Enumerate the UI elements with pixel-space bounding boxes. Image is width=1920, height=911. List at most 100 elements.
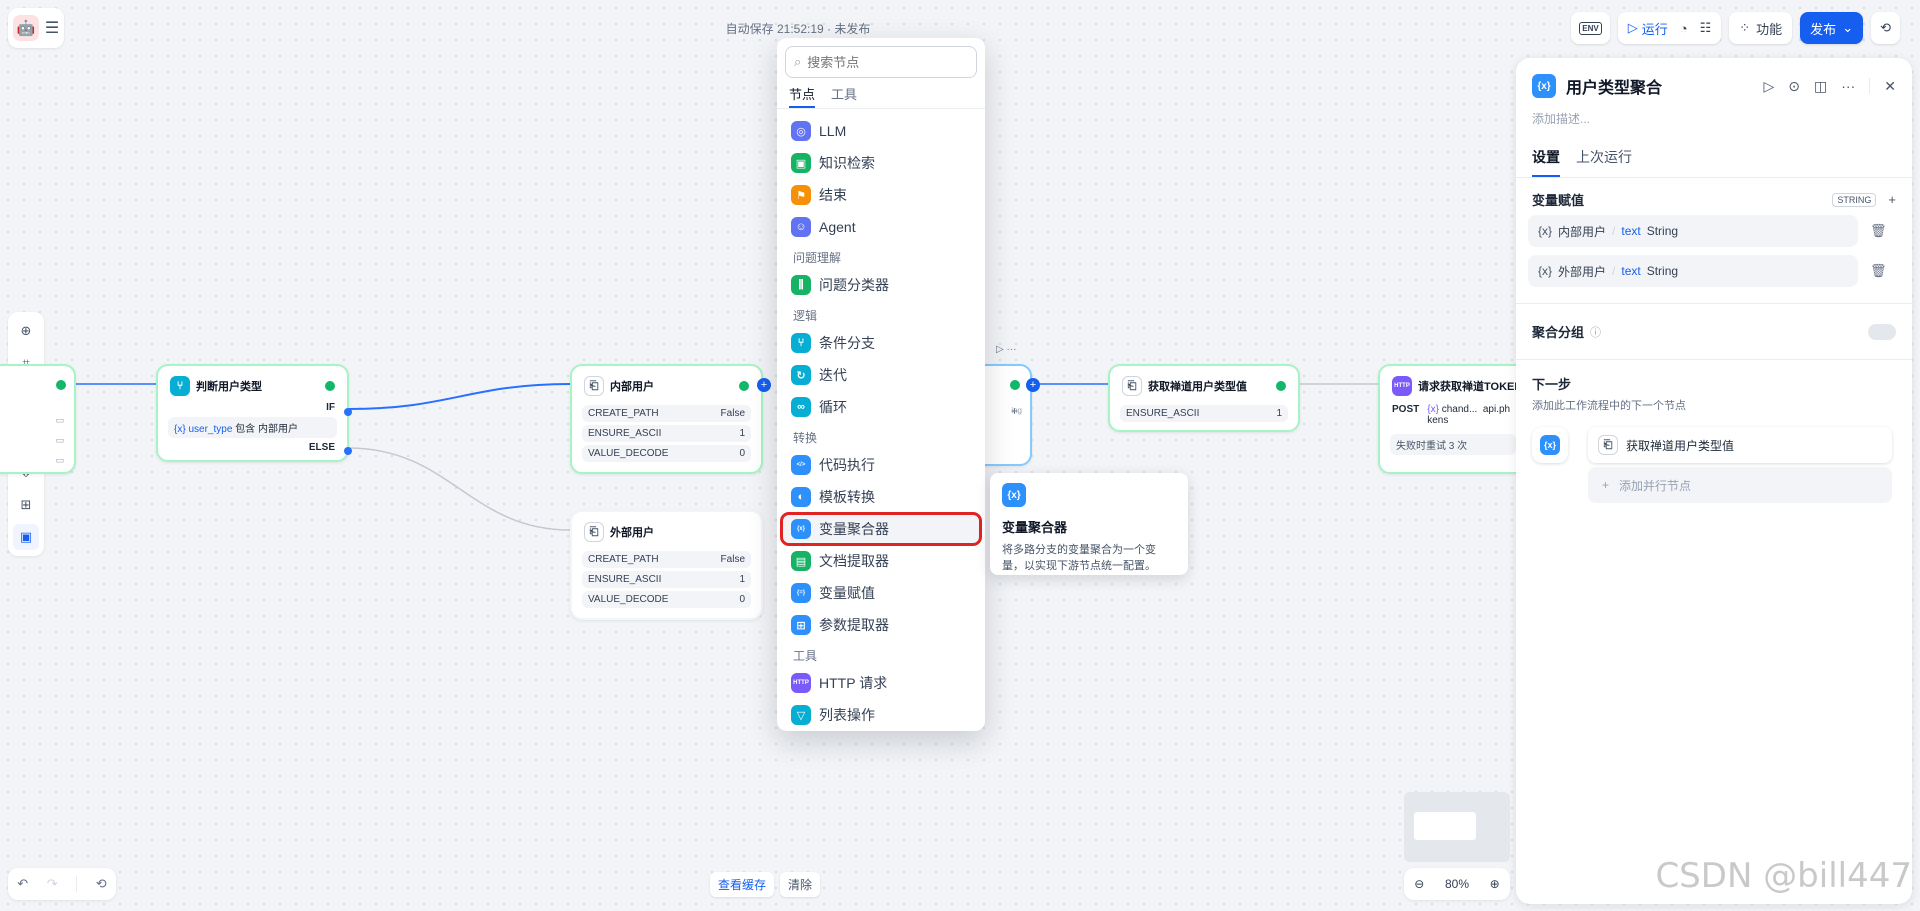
split-view-icon[interactable]: ◫ (1814, 78, 1827, 95)
run-step-icon[interactable]: ▷ (1764, 78, 1775, 95)
panel-title[interactable]: 用户类型聚合 (1566, 74, 1662, 98)
variable-aggregator-icon: {x} (791, 519, 811, 539)
more-icon[interactable]: ··· (1841, 78, 1855, 95)
watermark: CSDN @bill447 (1655, 856, 1912, 896)
if-handle[interactable] (344, 408, 352, 416)
else-handle[interactable] (344, 447, 352, 455)
node-option-label: 变量聚合器 (819, 521, 889, 537)
node-option[interactable]: ⫼ 问题分类器 (781, 269, 981, 301)
param-row: ENSURE_ASCII 1 (582, 571, 751, 588)
group-label: 聚合分组 (1532, 325, 1585, 340)
node-option[interactable]: </> 代码执行 (781, 449, 981, 481)
add-next-node-icon[interactable]: + (757, 378, 771, 392)
trash-icon[interactable]: 🗑 (1870, 263, 1887, 279)
success-icon (325, 381, 335, 391)
minimap[interactable] (1404, 792, 1510, 862)
node-search-input[interactable] (807, 54, 948, 70)
param-row: VALUE_DECODE 0 (582, 591, 751, 608)
next-step-title: 下一步 (1532, 377, 1572, 392)
http-token-node[interactable]: HTTP 请求获取禅道TOKEN接 POST {x} chand... api.… (1378, 364, 1528, 474)
add-variable-plus-icon[interactable]: + (1011, 404, 1018, 418)
success-icon (56, 380, 66, 390)
node-option[interactable]: ▣ 知识检索 (781, 147, 981, 179)
tooltip-title: 变量聚合器 (1002, 520, 1068, 535)
organize-nodes-icon[interactable]: ⊞ (13, 492, 39, 518)
zoom-level[interactable]: 80% (1445, 877, 1469, 891)
add-next-node-icon[interactable]: + (1026, 378, 1040, 392)
code-icon: </> (791, 455, 811, 475)
close-icon[interactable]: ✕ (1884, 78, 1896, 95)
node-option[interactable]: ⚑ 结束 (781, 179, 981, 211)
param-row: CREATE_PATH False (582, 551, 751, 568)
node-option[interactable]: ▤ 文档提取器 (781, 545, 981, 577)
add-node-icon[interactable]: ⊕ (13, 318, 39, 344)
variable-icon: {x} (1538, 264, 1553, 278)
question-icon[interactable]: ⓘ (1590, 324, 1601, 340)
features-icon: ⁘ (1739, 20, 1751, 35)
undo-icon[interactable]: ↶ (17, 876, 28, 892)
iteration-icon: ↻ (791, 365, 811, 385)
start-node-partial[interactable]: ▭ ▭ ▭ (0, 364, 76, 474)
add-parallel-node-button[interactable]: + 添加并行节点 (1588, 467, 1892, 503)
node-option-label: 变量赋值 (819, 585, 875, 601)
tab-settings[interactable]: 设置 (1532, 147, 1560, 177)
node-option[interactable]: ◐ 模板转换 (781, 481, 981, 513)
zoom-out-icon[interactable]: ⊖ (1414, 877, 1424, 891)
minimap-toggle-icon[interactable]: ▣ (13, 524, 39, 550)
node-option[interactable]: ☺ Agent (781, 211, 981, 243)
variable-item[interactable]: {x} 外部用户 / text String (1528, 255, 1858, 287)
if-else-node[interactable]: ⑂ 判断用户类型 IF {x} user_type 包含 内部用户 ELSE (156, 364, 352, 462)
http-icon: HTTP (1392, 376, 1412, 396)
view-cache-button[interactable]: 查看缓存 (710, 872, 775, 897)
checklist-icon[interactable]: ☷ (1700, 20, 1712, 36)
history-icon[interactable]: ⟲ (96, 876, 107, 892)
classifier-icon: ⫼ (791, 275, 811, 295)
description-input[interactable]: 添加描述... (1516, 98, 1912, 127)
clear-cache-button[interactable]: 清除 (780, 872, 821, 897)
publish-button[interactable]: 发布 ⌄ (1800, 12, 1864, 44)
search-icon: ⌕ (794, 54, 802, 69)
zoom-in-icon[interactable]: ⊕ (1490, 877, 1500, 891)
node-option[interactable]: ◎ LLM (781, 115, 981, 147)
node-option[interactable]: ▽ 列表操作 (781, 699, 981, 731)
group-toggle[interactable] (1868, 323, 1896, 340)
clock-history-icon: ⟲ (1880, 20, 1891, 35)
help-icon[interactable]: ⊙ (1788, 78, 1800, 95)
tab-last-run[interactable]: 上次运行 (1576, 147, 1632, 177)
json-tool-icon: ⎗ (584, 522, 604, 542)
tab-nodes[interactable]: 节点 (789, 84, 816, 108)
play-icon: ▷ (1627, 20, 1638, 35)
node-group-label: 工具 (793, 649, 818, 663)
node-option[interactable]: {x} 变量聚合器 (780, 512, 982, 546)
node-option[interactable]: {=} 变量赋值 (781, 577, 981, 609)
version-history-button[interactable]: ⟲ (1871, 12, 1900, 44)
trash-icon[interactable]: 🗑 (1870, 223, 1887, 239)
node-option[interactable]: ⊞ 参数提取器 (781, 609, 981, 641)
external-user-node[interactable]: ⎗ 外部用户 CREATE_PATH False ENSURE_ASCII 1 VA… (570, 510, 763, 620)
minimap-viewport[interactable] (1414, 812, 1476, 840)
redo-icon[interactable]: ↷ (47, 876, 58, 892)
get-user-type-node[interactable]: ⎗ 获取禅道用户类型值 ENSURE_ASCII 1 (1108, 364, 1300, 432)
type-badge: STRING (1832, 192, 1877, 207)
variable-item[interactable]: {x} 内部用户 / text String (1528, 215, 1858, 247)
internal-user-node[interactable]: ⎗ 内部用户 CREATE_PATH False ENSURE_ASCII 1 VA… (570, 364, 771, 474)
tab-tools[interactable]: 工具 (831, 84, 857, 108)
node-option-label: 参数提取器 (819, 617, 889, 633)
add-variable-icon[interactable]: + (1888, 192, 1896, 207)
node-run-more-icons[interactable]: ▷ ··· (996, 344, 1016, 355)
node-option[interactable]: ∞ 循环 (781, 391, 981, 423)
node-option[interactable]: ⑂ 条件分支 (781, 327, 981, 359)
param-row: VALUE_DECODE 0 (582, 445, 751, 462)
env-button[interactable]: ENV (1571, 12, 1610, 44)
node-search-box[interactable]: ⌕ (785, 46, 977, 78)
node-option[interactable]: ↻ 迭代 (781, 359, 981, 391)
node-option[interactable]: HTTP HTTP 请求 (781, 667, 981, 699)
history-icon[interactable]: ◔ (1680, 21, 1688, 36)
next-node-item[interactable]: ⎗ 获取禅道用户类型值 (1588, 427, 1892, 463)
node-option-label: 模板转换 (819, 489, 875, 505)
node-option-label: 知识检索 (819, 155, 875, 171)
variable-icon: {x} (1538, 224, 1553, 238)
node-option-label: 文档提取器 (819, 553, 889, 569)
features-button[interactable]: ⁘ 功能 (1729, 12, 1793, 44)
run-button[interactable]: ▷ 运行 (1628, 19, 1668, 38)
